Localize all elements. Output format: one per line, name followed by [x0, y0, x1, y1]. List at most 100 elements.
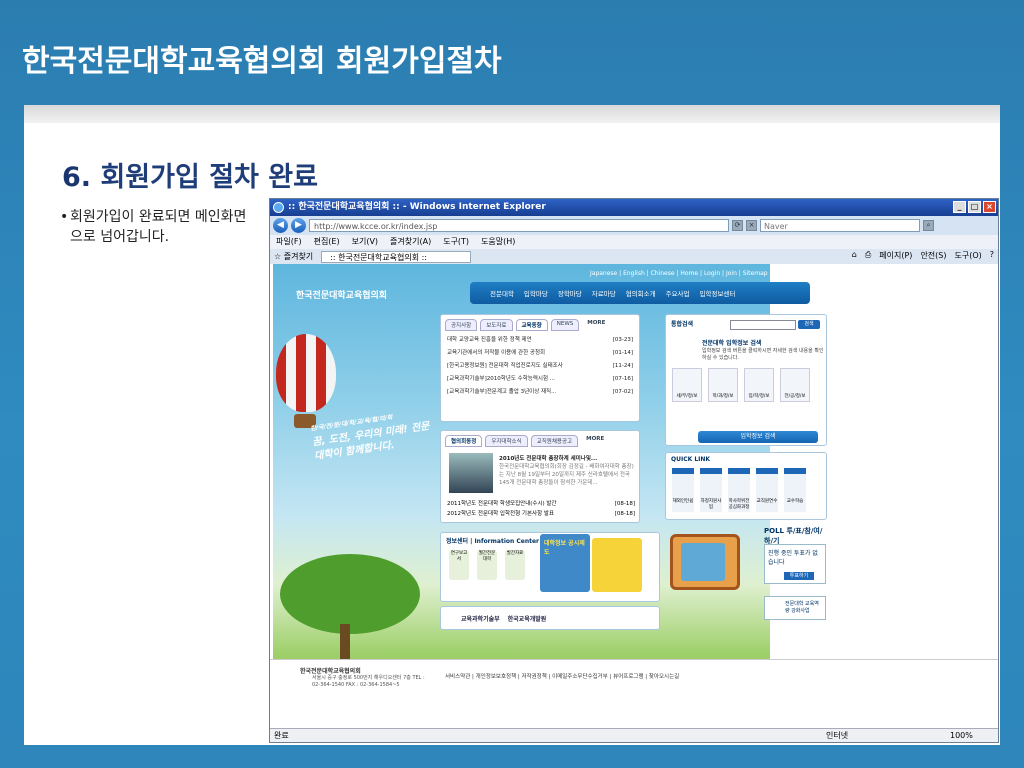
help-icon[interactable]: ?	[990, 250, 994, 261]
list-item[interactable]: 대학 교양교육 진흥을 위한 정책 제언 [03-23]	[447, 334, 633, 347]
refresh-icon[interactable]: ⟳	[732, 220, 743, 231]
admission-search-button[interactable]: 입학정보 검색	[698, 431, 818, 443]
feature-text: 2010년도 전문대학 총장하계 세미나및... 한국전문대학교육협의회(회장 …	[499, 455, 637, 487]
quick-link-box: QUICK LINK 해외인턴쉽 자정지원사업 학사학위전공심화과정 교직원연수…	[665, 452, 827, 520]
news-title: [한국고용정보원] 전문대학 직업진로지도 실태조사	[447, 363, 563, 369]
cmd-page[interactable]: 페이지(P)	[879, 250, 912, 261]
quick-link[interactable]: 교수학습	[784, 468, 806, 512]
forward-icon[interactable]: ▶	[291, 218, 306, 233]
footer-links[interactable]: 서비스약관 | 개인정보보호정책 | 저작권정책 | 이메일주소무단수집거부 |…	[445, 672, 679, 680]
util-links[interactable]: Japanese | English | Chinese | Home | Lo…	[590, 270, 806, 277]
assoc-date: [08-18]	[614, 501, 635, 507]
quick-link[interactable]: 자정지원사업	[700, 468, 722, 512]
bullet-dot: •	[60, 209, 69, 225]
nav-item[interactable]: 협의회소개	[626, 288, 656, 298]
minimize-icon[interactable]: _	[953, 201, 966, 213]
news-tab[interactable]: 보도자료	[480, 319, 513, 331]
zoom-level[interactable]: 100%	[950, 729, 973, 742]
assoc-tab[interactable]: 우지대학소식	[485, 435, 528, 447]
association-tabs: 협의회동정 우지대학소식 교직원채용공고 MORE	[441, 431, 639, 447]
poll-logo[interactable]: 전문대학 교육역량 강화사업	[764, 596, 826, 620]
assoc-tab[interactable]: 교직원채용공고	[530, 435, 579, 447]
news-date: [07-16]	[612, 376, 633, 382]
feature-desc: 한국전문대학교육협의회(회장 김정길 - 배화여자대학 총장)는 지난 8월 1…	[499, 464, 634, 486]
news-box: 공지사항 보도자료 교육동향 NEWS MORE 대학 교양교육 진흥을 위한 …	[440, 314, 640, 422]
close-icon[interactable]: ×	[983, 201, 996, 213]
partner-banners: 교육과학기술부 한국교육개발원	[440, 606, 660, 630]
status-zone: 인터넷	[826, 731, 849, 740]
menu-help[interactable]: 도움말(H)	[481, 235, 515, 249]
tab-kcce[interactable]: :: 한국전문대학교육협의회 ::	[321, 250, 472, 263]
news-tab[interactable]: 공지사항	[445, 319, 478, 331]
assoc-tab-active[interactable]: 협의회동정	[445, 435, 483, 447]
disclosure-banner[interactable]: 대학정보 공시제도	[540, 534, 590, 592]
partner-kedi[interactable]: 한국교육개발원	[508, 614, 547, 623]
monthly-icon[interactable]: 월간전문대학	[477, 550, 497, 580]
quick-link[interactable]: 학사학위전공심화과정	[728, 468, 750, 512]
quick-link[interactable]: 교직원연수	[756, 468, 778, 512]
list-item[interactable]: [교육과학기술부]2010학년도 수학능력시험 ... [07-16]	[447, 373, 633, 386]
section-heading-text: 회원가입 절차 완료	[100, 162, 318, 193]
news-date: [07-02]	[612, 389, 633, 395]
menu-tools[interactable]: 도구(T)	[443, 235, 469, 249]
window-title: :: 한국전문대학교육협의회 :: - Windows Internet Exp…	[288, 202, 546, 212]
main-nav: 전문대학 입학마당 장학마당 자료마당 협의회소개 주요사업 입학정보센터	[470, 282, 810, 304]
footer-address: 서울시 중구 충정로 500번지 해우디오센터 7층 TEL : 02-364-…	[312, 675, 425, 688]
category-icon[interactable]: 세/부/정/보	[672, 368, 702, 402]
cmd-tools[interactable]: 도구(O)	[954, 250, 981, 261]
address-field[interactable]: http://www.kcce.or.kr/index.jsp	[309, 219, 729, 232]
more-link[interactable]: MORE	[581, 435, 609, 447]
search-input[interactable]: Naver	[760, 219, 920, 232]
feature-title[interactable]: 2010년도 전문대학 총장하계 세미나및...	[499, 455, 637, 463]
nav-item[interactable]: 장학마당	[558, 288, 582, 298]
publication-icon[interactable]: 발간자료	[505, 550, 525, 580]
tree-trunk	[340, 624, 350, 664]
search-box: 통합검색 검색 전문대학 입학정보 검색 입학정보 검색 버튼을 클릭하시면 자…	[665, 314, 827, 446]
category-icon[interactable]: 입/학/정/보	[744, 368, 774, 402]
list-item[interactable]: [교육과학기술부]전문계고 졸업 3년이상 재직... [07-02]	[447, 386, 633, 399]
assoc-title: 2012학년도 전문대학 입학전형 기본사항 발표	[447, 511, 555, 517]
list-item[interactable]: 교육기관에서의 저작물 이용에 관한 공청회 [01-14]	[447, 347, 633, 360]
maximize-icon[interactable]: □	[968, 201, 981, 213]
menu-view[interactable]: 보기(V)	[352, 235, 378, 249]
kids-banner[interactable]	[592, 538, 642, 592]
poll-button[interactable]: 투표하기	[784, 572, 814, 580]
browser-window: :: 한국전문대학교육협의회 :: - Windows Internet Exp…	[269, 198, 999, 743]
back-icon[interactable]: ◀	[273, 218, 288, 233]
more-link[interactable]: MORE	[582, 319, 610, 331]
news-tab[interactable]: NEWS	[550, 319, 580, 331]
quick-links: 해외인턴쉽 자정지원사업 학사학위전공심화과정 교직원연수 교수학습	[666, 466, 826, 514]
partner-mest[interactable]: 교육과학기술부	[461, 614, 500, 623]
print-icon[interactable]: ⎙	[865, 250, 871, 261]
list-item[interactable]: 2012학년도 전문대학 입학전형 기본사항 발표 [08-18]	[447, 509, 635, 519]
menu-edit[interactable]: 편집(E)	[314, 235, 340, 249]
quick-link[interactable]: 해외인턴쉽	[672, 468, 694, 512]
list-item[interactable]: 2011학년도 전문대학 학생모집안내(수시) 발간 [08-18]	[447, 499, 635, 509]
news-date: [11-24]	[612, 363, 633, 369]
nav-item[interactable]: 자료마당	[592, 288, 616, 298]
nav-item[interactable]: 입학정보센터	[700, 288, 736, 298]
news-photo[interactable]	[449, 453, 493, 493]
poll-title: POLL 투/표/참/여/하/기	[764, 527, 823, 545]
site-logo[interactable]: 한국전문대학교육협의회	[296, 288, 387, 301]
category-icon[interactable]: 학/과/정/보	[708, 368, 738, 402]
news-tab-active[interactable]: 교육동향	[515, 319, 548, 331]
menu-favorites[interactable]: 즐겨찾기(A)	[390, 235, 431, 249]
search-icon[interactable]: ⌕	[923, 220, 934, 231]
site-search-input[interactable]	[730, 320, 796, 330]
home-icon[interactable]: ⌂	[852, 250, 857, 261]
section-heading: 6. 회원가입 절차 완료	[62, 155, 318, 194]
section-number: 6.	[62, 162, 92, 193]
cmd-safety[interactable]: 안전(S)	[920, 250, 946, 261]
nav-item[interactable]: 주요사업	[666, 288, 690, 298]
menu-file[interactable]: 파일(F)	[276, 235, 302, 249]
category-icon[interactable]: 전/공/정/보	[780, 368, 810, 402]
search-button[interactable]: 검색	[798, 320, 820, 329]
stop-icon[interactable]: ×	[746, 220, 757, 231]
favorites-button[interactable]: ☆ 즐겨찾기	[274, 251, 313, 262]
nav-item[interactable]: 입학마당	[524, 288, 548, 298]
nav-item[interactable]: 전문대학	[490, 288, 514, 298]
list-item[interactable]: [한국고용정보원] 전문대학 직업진로지도 실태조사 [11-24]	[447, 360, 633, 373]
assoc-list: 2011학년도 전문대학 학생모집안내(수시) 발간 [08-18] 2012학년…	[447, 499, 635, 519]
report-icon[interactable]: 연구보고서	[449, 550, 469, 580]
